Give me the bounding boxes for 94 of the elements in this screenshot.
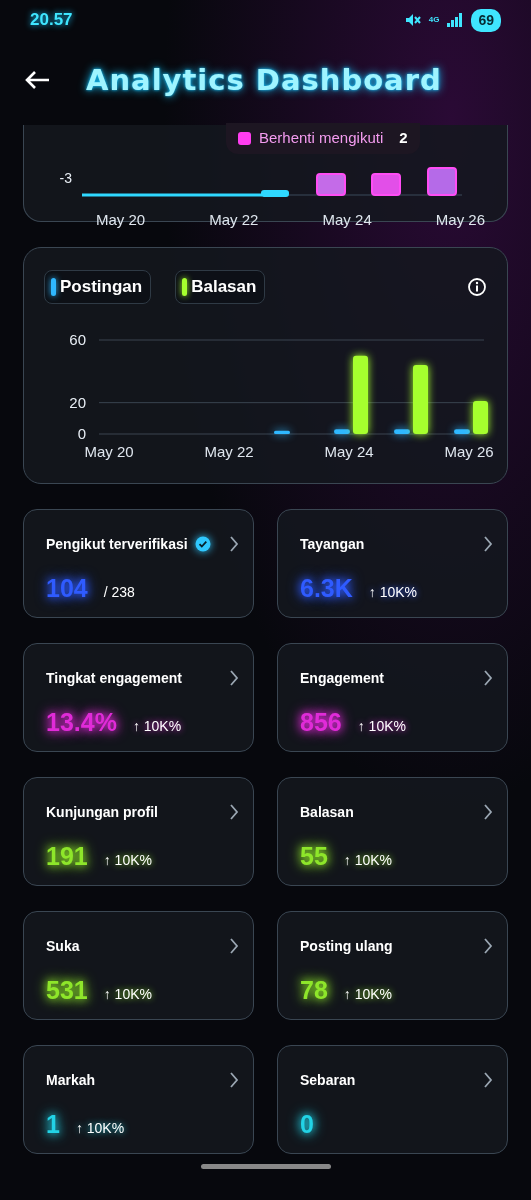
metric-card[interactable]: Engagement 856 ↑ 10K% xyxy=(277,643,508,752)
metric-value: 104 xyxy=(46,573,88,604)
metric-card[interactable]: Markah 1 ↑ 10K% xyxy=(23,1045,254,1154)
axis-label: May 24 xyxy=(324,442,374,460)
chevron-right-icon xyxy=(229,670,239,686)
metric-title: Kunjungan profil xyxy=(46,802,158,822)
metric-title: Sebaran xyxy=(300,1070,356,1090)
metric-value: 6.3K xyxy=(300,573,353,604)
metric-title: Pengikut terverifikasi xyxy=(46,534,188,554)
status-time: 20.57 xyxy=(30,9,73,32)
bar xyxy=(454,428,470,434)
metric-value: 856 xyxy=(300,707,342,738)
axis-label: May 22 xyxy=(209,210,259,230)
axis-label: May 26 xyxy=(444,442,494,460)
info-icon xyxy=(467,276,487,297)
bar xyxy=(274,430,290,434)
chevron-right-icon xyxy=(229,804,239,820)
metric-title: Markah xyxy=(46,1070,96,1090)
bar xyxy=(473,400,488,434)
metric-change: ↑ 10K% xyxy=(368,583,418,602)
info-button[interactable] xyxy=(467,276,487,297)
bar xyxy=(261,190,289,197)
axis-label: May 20 xyxy=(84,442,134,460)
page-title: Analytics Dashboard xyxy=(86,62,442,98)
chevron-right-icon xyxy=(229,938,239,954)
metric-change: ↑ 10K% xyxy=(75,1119,125,1138)
chevron-right-icon xyxy=(483,804,493,820)
tooltip-label: Berhenti mengikuti xyxy=(259,128,384,148)
chevron-right-icon xyxy=(229,536,239,552)
bar xyxy=(394,428,410,434)
metric-title: Suka xyxy=(46,936,80,956)
battery-level: 69 xyxy=(471,8,501,32)
bar xyxy=(371,173,401,196)
metric-total: / 238 xyxy=(103,583,135,602)
axis-label: May 24 xyxy=(322,210,372,230)
chevron-button[interactable] xyxy=(229,804,239,820)
axis-label: May 22 xyxy=(204,442,254,460)
chevron-button[interactable] xyxy=(483,938,493,954)
metric-change: ↑ 10K% xyxy=(132,717,182,736)
metric-change: ↑ 10K% xyxy=(103,985,152,1004)
chevron-button[interactable] xyxy=(483,536,493,552)
metric-title: Tayangan xyxy=(300,534,365,554)
legend-item[interactable]: Postingan xyxy=(44,270,152,304)
bar xyxy=(316,173,346,196)
metric-card[interactable]: Tingkat engagement 13.4% ↑ 10K% xyxy=(23,643,254,752)
legend-item[interactable]: Balasan xyxy=(175,270,266,304)
tooltip-value: 2 xyxy=(399,128,408,148)
axis-tick-label: 0 xyxy=(77,424,86,442)
metric-title: Posting ulang xyxy=(300,936,393,956)
metric-card[interactable]: Tayangan 6.3K ↑ 10K% xyxy=(277,509,508,618)
chevron-right-icon xyxy=(483,670,493,686)
metric-card[interactable]: Sebaran 0 xyxy=(277,1045,508,1154)
metric-card[interactable]: Posting ulang 78 ↑ 10K% xyxy=(277,911,508,1020)
metric-card[interactable]: Kunjungan profil 191 ↑ 10K% xyxy=(23,777,254,886)
metric-title: Tingkat engagement xyxy=(46,668,182,688)
chevron-button[interactable] xyxy=(229,938,239,954)
chevron-button[interactable] xyxy=(483,804,493,820)
network-label: 4G xyxy=(428,16,440,24)
chevron-right-icon xyxy=(483,938,493,954)
metric-change: ↑ 10K% xyxy=(343,851,393,870)
metric-value: 1 xyxy=(46,1109,60,1140)
signal-icon xyxy=(447,13,464,27)
chevron-button[interactable] xyxy=(229,536,239,552)
axis-tick-label: -3 xyxy=(58,168,73,188)
bar xyxy=(427,167,457,196)
chevron-right-icon xyxy=(483,536,493,552)
metric-value: 55 xyxy=(300,841,328,872)
metric-value: 78 xyxy=(300,975,328,1006)
back-arrow-icon xyxy=(24,70,50,90)
metric-change: ↑ 10K% xyxy=(357,717,406,736)
back-button[interactable] xyxy=(24,70,50,90)
chevron-button[interactable] xyxy=(483,1072,493,1088)
metric-card[interactable]: Balasan 55 ↑ 10K% xyxy=(277,777,508,886)
chevron-button[interactable] xyxy=(229,1072,239,1088)
axis-label: May 26 xyxy=(435,210,485,230)
axis-tick-label: 20 xyxy=(69,393,86,411)
metric-value: 0 xyxy=(300,1109,314,1140)
metric-value: 531 xyxy=(46,975,88,1006)
metric-title: Engagement xyxy=(300,668,384,688)
chevron-right-icon xyxy=(483,1072,493,1088)
metric-change: ↑ 10K% xyxy=(343,985,393,1004)
metric-value: 13.4% xyxy=(46,707,117,738)
bar xyxy=(334,428,350,434)
axis-label: May 20 xyxy=(96,210,146,230)
metric-card[interactable]: Suka 531 ↑ 10K% xyxy=(23,911,254,1020)
bar xyxy=(413,364,428,434)
chevron-right-icon xyxy=(229,1072,239,1088)
metric-value: 191 xyxy=(46,841,88,872)
metric-title: Balasan xyxy=(300,802,354,822)
chevron-button[interactable] xyxy=(229,670,239,686)
metric-change: ↑ 10K% xyxy=(103,851,152,870)
axis-tick-label: 60 xyxy=(69,330,86,348)
chevron-button[interactable] xyxy=(483,670,493,686)
metric-card[interactable]: Pengikut terverifikasi 104 / 238 xyxy=(23,509,254,618)
